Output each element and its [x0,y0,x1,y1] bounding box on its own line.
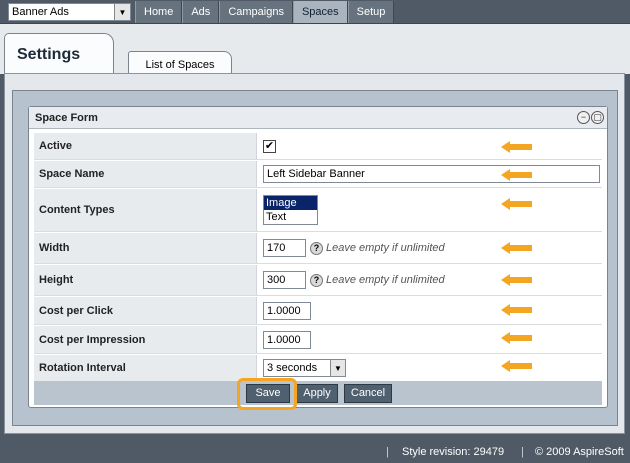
footer-separator: | [386,446,389,458]
content-type-option-image[interactable]: Image [264,196,317,210]
style-revision: Style revision: 29479 [402,446,505,458]
height-hint: Leave empty if unlimited [326,274,445,286]
footer-separator: | [521,446,524,458]
main-nav: Home Ads Campaigns Spaces Setup [135,1,395,23]
annotation-arrow-icon [501,274,532,286]
label-height: Height [34,265,257,295]
label-width: Width [34,233,257,263]
cancel-button[interactable]: Cancel [344,384,392,403]
field-space-name-wrap: Left Sidebar Banner [263,161,600,187]
form-button-bar: Save Apply Cancel [34,381,602,405]
app-selector[interactable]: Banner Ads ▼ [8,3,131,21]
save-highlight-ring [237,378,297,410]
nav-spaces[interactable]: Spaces [292,1,348,23]
annotation-arrow-icon [501,198,532,210]
label-cost-per-impression: Cost per Impression [34,326,257,353]
annotation-arrow-icon [501,360,532,372]
footer: | Style revision: 29479 | © 2009 AspireS… [0,442,630,463]
chevron-down-icon[interactable]: ▼ [330,360,345,376]
label-cost-per-click: Cost per Click [34,297,257,324]
content-types-listbox[interactable]: Image Text [263,195,318,225]
annotation-arrow-icon [501,304,532,316]
annotation-arrow-icon [501,242,532,254]
copyright: © 2009 AspireSoft [535,446,624,458]
annotation-arrow-icon [501,169,532,181]
field-cost-per-impression-wrap: 1.0000 [263,326,311,353]
top-bar: Banner Ads ▼ Home Ads Campaigns Spaces S… [0,0,630,24]
tab-list-of-spaces[interactable]: List of Spaces [128,51,232,73]
minimize-icon[interactable]: − [577,111,590,124]
label-rotation-interval: Rotation Interval [34,355,257,381]
nav-setup[interactable]: Setup [347,1,395,23]
space-form: Space Form − ▢ Active ✔ Space Name Left … [28,106,608,408]
field-active-wrap: ✔ [263,133,276,159]
field-cost-per-click-wrap: 1.0000 [263,297,311,324]
tab-settings[interactable]: Settings [4,33,114,73]
field-height-wrap: 300 ? Leave empty if unlimited [263,265,445,295]
app-selector-value: Banner Ads [12,6,69,18]
content-type-option-text[interactable]: Text [264,210,317,224]
restore-icon[interactable]: ▢ [591,111,604,124]
label-content-types: Content Types [34,189,257,231]
nav-campaigns[interactable]: Campaigns [219,1,293,23]
chevron-down-icon[interactable]: ▼ [114,4,130,20]
cost-per-click-input[interactable]: 1.0000 [263,301,311,320]
width-hint: Leave empty if unlimited [326,242,445,254]
field-width-wrap: 170 ? Leave empty if unlimited [263,233,445,263]
label-active: Active [34,133,257,159]
nav-home[interactable]: Home [135,1,183,23]
help-icon[interactable]: ? [310,273,323,287]
annotation-arrow-icon [501,141,532,153]
label-space-name: Space Name [34,161,257,187]
width-input[interactable]: 170 [263,239,306,257]
annotation-arrow-icon [501,332,532,344]
rotation-interval-value: 3 seconds [267,362,318,374]
nav-ads[interactable]: Ads [182,1,220,23]
height-input[interactable]: 300 [263,271,306,289]
space-name-input[interactable]: Left Sidebar Banner [263,165,600,183]
apply-button[interactable]: Apply [296,384,338,403]
field-content-types-wrap: Image Text [263,189,318,231]
help-icon[interactable]: ? [310,241,323,255]
rotation-interval-select[interactable]: 3 seconds ▼ [263,359,346,377]
form-title: Space Form [29,107,607,129]
cost-per-impression-input[interactable]: 1.0000 [263,330,311,349]
active-checkbox[interactable]: ✔ [263,139,276,153]
